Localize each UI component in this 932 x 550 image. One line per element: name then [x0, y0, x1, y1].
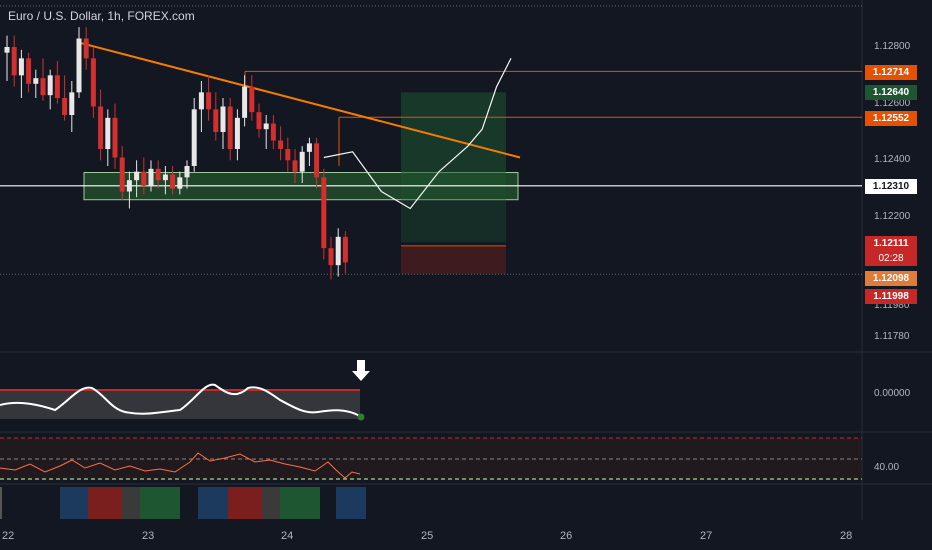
price-tag: 1.12640 — [865, 85, 917, 100]
candle-body — [242, 86, 248, 118]
candle-body — [4, 47, 10, 53]
chart-title: Euro / U.S. Dollar, 1h, FOREX.com — [8, 9, 195, 23]
price-tag: 1.12111 — [865, 236, 917, 251]
price-tick: 1.12200 — [874, 211, 911, 222]
candle-body — [98, 106, 104, 149]
candle-body — [177, 177, 183, 189]
candle-body — [342, 236, 348, 263]
price-tag: 1.11998 — [865, 289, 917, 304]
price-tick: 1.11780 — [874, 331, 910, 342]
candle-body — [26, 58, 32, 84]
session-bar — [280, 487, 320, 519]
candle-body — [170, 174, 176, 189]
session-bar — [122, 487, 140, 519]
time-tick: 23 — [142, 530, 155, 542]
session-bar — [60, 487, 88, 519]
time-tick: 27 — [700, 530, 713, 542]
oscillator-area — [0, 389, 360, 419]
session-bar — [198, 487, 228, 519]
candle-body — [40, 78, 46, 96]
candle-body — [76, 38, 82, 93]
candle-body — [220, 106, 226, 132]
session-bar — [228, 487, 262, 519]
candle-body — [263, 123, 269, 130]
candle-body — [112, 117, 118, 158]
candle-body — [285, 149, 291, 161]
candle-body — [155, 168, 161, 181]
candle-body — [126, 180, 132, 192]
candle-body — [321, 177, 327, 249]
time-tick: 25 — [421, 530, 434, 542]
candle-body — [54, 75, 60, 98]
candle-body — [119, 157, 125, 192]
candle-body — [148, 168, 154, 186]
candle-body — [227, 106, 233, 149]
candle-body — [213, 109, 219, 132]
candle-body — [198, 92, 204, 110]
candle-body — [184, 166, 190, 178]
candle-body — [11, 47, 17, 76]
candle-body — [335, 236, 341, 266]
candle-body — [18, 58, 24, 76]
price-tick: 1.12400 — [874, 154, 911, 165]
oscillator-axis-label: 0.00000 — [874, 388, 911, 399]
candle-body — [90, 58, 96, 107]
candle-body — [162, 174, 168, 181]
session-bar — [262, 487, 280, 519]
oscillator-dot — [357, 413, 365, 421]
candle-body — [234, 117, 240, 149]
candle-body — [83, 38, 89, 59]
candle-body — [299, 151, 305, 172]
session-bar — [140, 487, 180, 519]
candle-body — [292, 160, 298, 172]
candle-body — [270, 123, 276, 141]
session-bar — [88, 487, 122, 519]
candle-body — [191, 109, 197, 166]
entry-box — [401, 185, 506, 243]
rsi-axis-label: 40.00 — [874, 462, 900, 473]
candle-body — [328, 248, 334, 266]
chart-canvas[interactable] — [0, 0, 932, 550]
candle-body — [249, 86, 255, 113]
price-tick: 1.12800 — [874, 41, 911, 52]
countdown-timer: 02:28 — [865, 251, 917, 266]
price-tag: 1.12310 — [865, 179, 917, 194]
price-tag: 1.12098 — [865, 271, 917, 286]
time-tick: 26 — [560, 530, 573, 542]
stop-box — [401, 245, 506, 275]
candle-body — [105, 117, 111, 149]
candle-body — [33, 78, 39, 84]
session-bar — [336, 487, 366, 519]
candle-body — [306, 143, 312, 152]
candle-body — [134, 171, 140, 181]
down-arrow-icon — [352, 360, 370, 381]
price-tag: 1.12552 — [865, 111, 917, 126]
candle-body — [256, 112, 262, 130]
candle-body — [62, 98, 68, 115]
candle-body — [141, 171, 147, 186]
time-tick: 24 — [281, 530, 294, 542]
session-bar — [0, 487, 2, 519]
price-tag: 1.12714 — [865, 65, 917, 80]
candle-body — [278, 140, 284, 149]
candle-body — [47, 75, 53, 96]
candle-body — [69, 92, 75, 115]
time-tick: 22 — [2, 530, 15, 542]
candle-body — [314, 143, 320, 178]
time-tick: 28 — [840, 530, 853, 542]
candle-body — [206, 92, 212, 110]
